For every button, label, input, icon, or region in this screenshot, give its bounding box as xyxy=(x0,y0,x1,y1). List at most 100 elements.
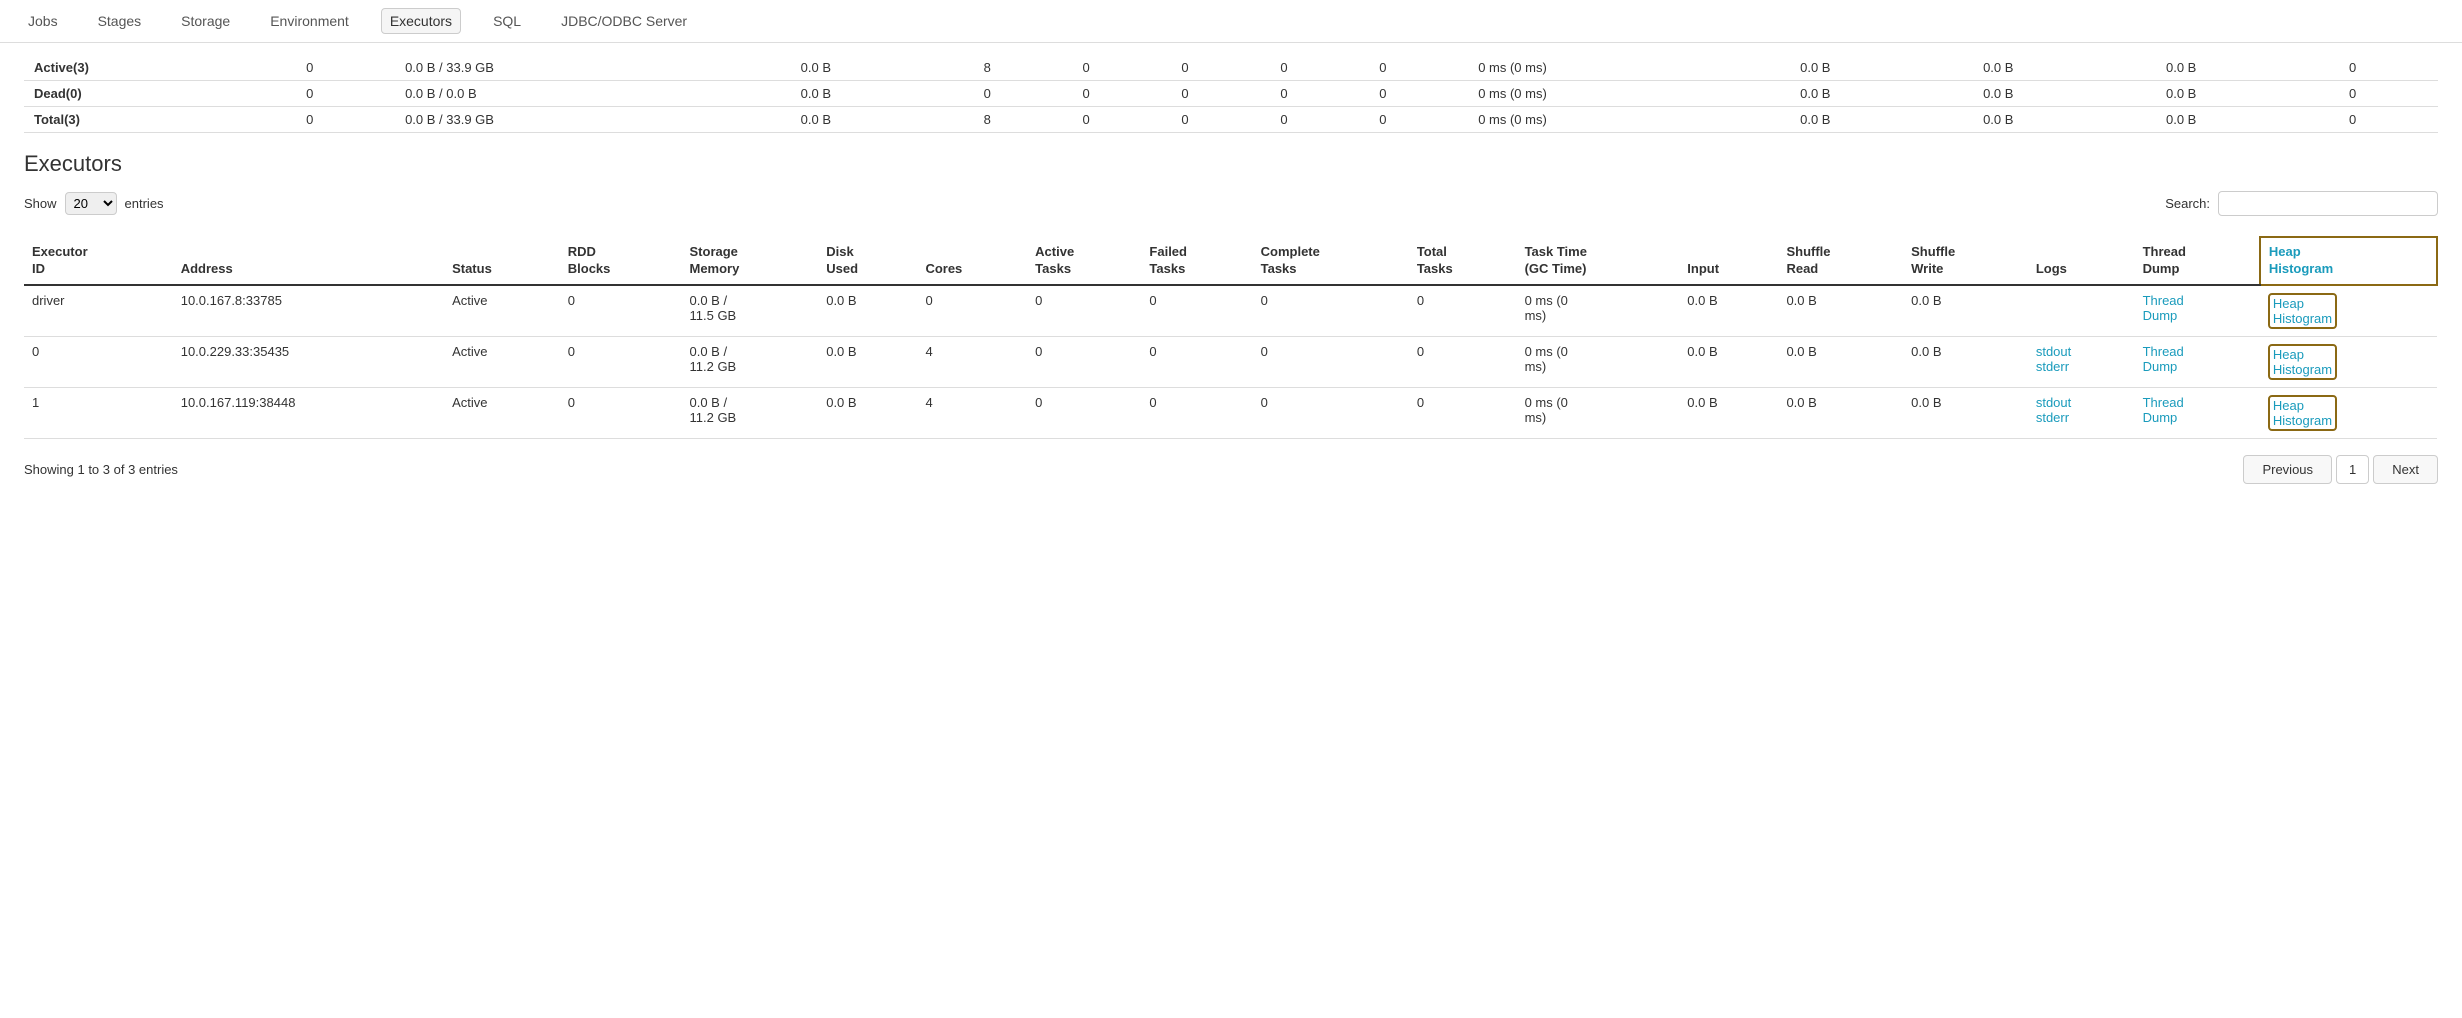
table-cell: 0.0 B xyxy=(1778,285,1903,337)
summary-cell: 0 xyxy=(1171,81,1270,107)
table-cell: ThreadDump xyxy=(2135,285,2260,337)
log-link[interactable]: stderr xyxy=(2036,410,2069,425)
summary-cell: 0 xyxy=(2339,107,2438,133)
entries-select[interactable]: 20 40 60 100 xyxy=(65,192,117,215)
summary-cell: 0 xyxy=(1171,107,1270,133)
table-cell: stdoutstderr xyxy=(2028,336,2135,387)
summary-cell: 0 ms (0 ms) xyxy=(1468,107,1790,133)
heap-histogram-link[interactable]: HeapHistogram xyxy=(2268,344,2337,380)
summary-cell: Dead(0) xyxy=(24,81,296,107)
summary-cell: 0 xyxy=(1369,81,1468,107)
executors-table: ExecutorIDAddressStatusRDDBlocksStorageM… xyxy=(24,236,2438,439)
summary-cell: 0 xyxy=(296,81,395,107)
column-header: Status xyxy=(444,237,560,285)
table-cell: 0.0 B xyxy=(818,285,917,337)
thread-dump-link[interactable]: ThreadDump xyxy=(2143,293,2184,323)
nav-item-sql[interactable]: SQL xyxy=(485,9,529,33)
summary-cell: 0 ms (0 ms) xyxy=(1468,55,1790,81)
summary-cell: 0.0 B xyxy=(1790,107,1973,133)
table-cell: 4 xyxy=(917,336,1027,387)
page-number: 1 xyxy=(2336,455,2369,484)
table-cell: HeapHistogram xyxy=(2260,285,2437,337)
search-input[interactable] xyxy=(2218,191,2438,216)
summary-cell: Total(3) xyxy=(24,107,296,133)
thread-dump-link[interactable]: ThreadDump xyxy=(2143,344,2184,374)
table-cell: 0 xyxy=(560,387,682,438)
table-cell: 4 xyxy=(917,387,1027,438)
table-cell xyxy=(2028,285,2135,337)
table-cell: 0 ms (0ms) xyxy=(1517,336,1680,387)
summary-cell: 0 xyxy=(974,81,1073,107)
heap-histogram-link[interactable]: HeapHistogram xyxy=(2268,293,2337,329)
table-cell: 10.0.167.8:33785 xyxy=(173,285,444,337)
column-header: ShuffleRead xyxy=(1778,237,1903,285)
summary-cell: 0.0 B xyxy=(2156,81,2339,107)
column-header: StorageMemory xyxy=(682,237,819,285)
log-link[interactable]: stderr xyxy=(2036,359,2069,374)
table-cell: 0 xyxy=(1141,285,1252,337)
table-row: driver10.0.167.8:33785Active00.0 B /11.5… xyxy=(24,285,2437,337)
table-cell: 0.0 B xyxy=(818,336,917,387)
show-entries: Show 20 40 60 100 entries xyxy=(24,192,164,215)
summary-cell: 0 xyxy=(2339,55,2438,81)
summary-cell: 0.0 B xyxy=(791,55,974,81)
summary-cell: 0 xyxy=(1270,55,1369,81)
summary-row: Active(3)00.0 B / 33.9 GB0.0 B800000 ms … xyxy=(24,55,2438,81)
table-cell: 0.0 B xyxy=(1903,285,2028,337)
show-label: Show xyxy=(24,196,57,211)
previous-button[interactable]: Previous xyxy=(2243,455,2332,484)
controls-row: Show 20 40 60 100 entries Search: xyxy=(24,191,2438,216)
nav-item-jdbc-odbc-server[interactable]: JDBC/ODBC Server xyxy=(553,9,695,33)
table-cell: ThreadDump xyxy=(2135,336,2260,387)
nav-item-jobs[interactable]: Jobs xyxy=(20,9,66,33)
table-cell: HeapHistogram xyxy=(2260,387,2437,438)
table-cell: 0 xyxy=(1409,285,1517,337)
log-link[interactable]: stdout xyxy=(2036,395,2071,410)
summary-cell: 0.0 B xyxy=(1973,55,2156,81)
column-header: Input xyxy=(1679,237,1778,285)
column-header: ShuffleWrite xyxy=(1903,237,2028,285)
summary-cell: 0 xyxy=(1073,107,1172,133)
footer-row: Showing 1 to 3 of 3 entries Previous 1 N… xyxy=(24,455,2438,484)
summary-cell: 0.0 B xyxy=(1790,81,1973,107)
heap-histogram-link[interactable]: HeapHistogram xyxy=(2268,395,2337,431)
column-header: DiskUsed xyxy=(818,237,917,285)
column-header: Cores xyxy=(917,237,1027,285)
nav-item-environment[interactable]: Environment xyxy=(262,9,357,33)
nav-item-storage[interactable]: Storage xyxy=(173,9,238,33)
table-cell: 0 xyxy=(1409,336,1517,387)
summary-cell: 0 xyxy=(1369,55,1468,81)
summary-cell: 0 xyxy=(1171,55,1270,81)
column-header: Address xyxy=(173,237,444,285)
column-header: RDDBlocks xyxy=(560,237,682,285)
table-cell: 0 xyxy=(1027,387,1141,438)
summary-row: Total(3)00.0 B / 33.9 GB0.0 B800000 ms (… xyxy=(24,107,2438,133)
log-link[interactable]: stdout xyxy=(2036,344,2071,359)
table-cell: 0.0 B /11.5 GB xyxy=(682,285,819,337)
table-cell: 0 ms (0ms) xyxy=(1517,285,1680,337)
table-row: 010.0.229.33:35435Active00.0 B /11.2 GB0… xyxy=(24,336,2437,387)
table-cell: 0 xyxy=(1253,336,1409,387)
main-content: Active(3)00.0 B / 33.9 GB0.0 B800000 ms … xyxy=(0,43,2462,508)
table-cell: 1 xyxy=(24,387,173,438)
summary-table: Active(3)00.0 B / 33.9 GB0.0 B800000 ms … xyxy=(24,55,2438,133)
summary-cell: 0 xyxy=(296,107,395,133)
table-cell: 10.0.229.33:35435 xyxy=(173,336,444,387)
table-cell: Active xyxy=(444,387,560,438)
column-header: Task Time(GC Time) xyxy=(1517,237,1680,285)
summary-cell: 0.0 B xyxy=(1790,55,1973,81)
column-header: Logs xyxy=(2028,237,2135,285)
search-row: Search: xyxy=(2165,191,2438,216)
summary-cell: 0.0 B xyxy=(791,107,974,133)
summary-cell: 0 xyxy=(1073,81,1172,107)
summary-cell: Active(3) xyxy=(24,55,296,81)
summary-cell: 0 ms (0 ms) xyxy=(1468,81,1790,107)
summary-cell: 0.0 B / 33.9 GB xyxy=(395,107,791,133)
nav-item-stages[interactable]: Stages xyxy=(90,9,150,33)
summary-cell: 0 xyxy=(1270,107,1369,133)
column-header: FailedTasks xyxy=(1141,237,1252,285)
next-button[interactable]: Next xyxy=(2373,455,2438,484)
nav-item-executors[interactable]: Executors xyxy=(381,8,461,34)
summary-cell: 0.0 B / 0.0 B xyxy=(395,81,791,107)
thread-dump-link[interactable]: ThreadDump xyxy=(2143,395,2184,425)
